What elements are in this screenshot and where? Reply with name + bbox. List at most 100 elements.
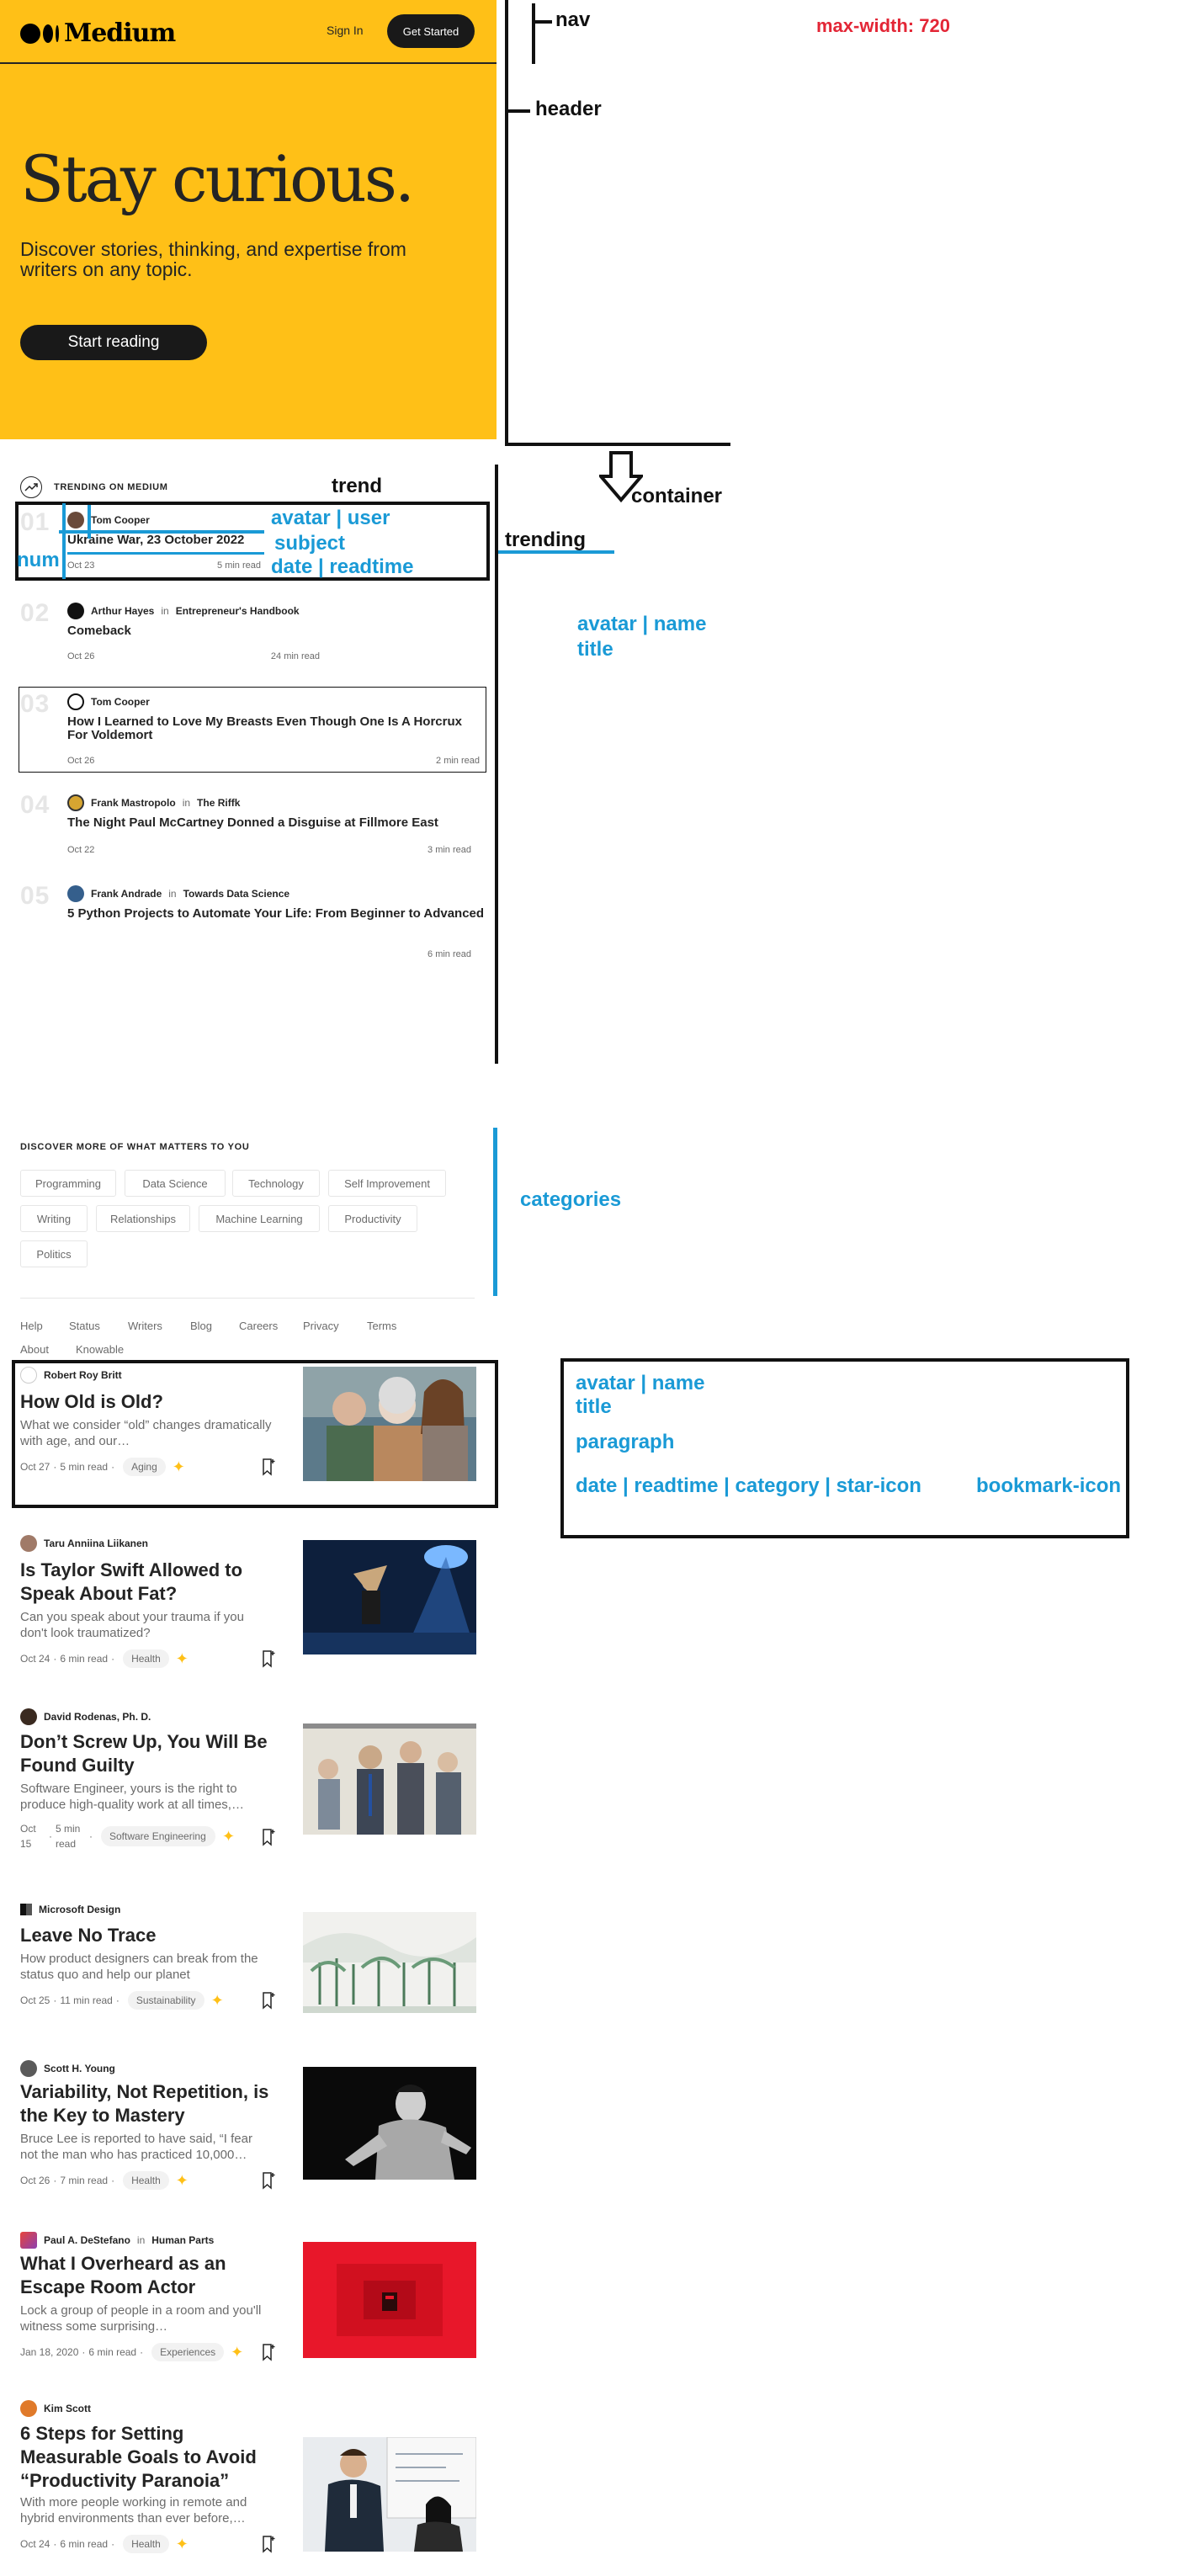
post-thumbnail[interactable]	[303, 1724, 476, 1835]
avatar	[67, 885, 84, 902]
article-card[interactable]: Taru Anniina Liikanen Is Taylor Swift Al…	[20, 1535, 476, 1670]
bookmark-icon[interactable]	[261, 2535, 276, 2553]
avatar	[20, 1708, 37, 1725]
post-author[interactable]: Kim Scott	[20, 2400, 91, 2417]
post-author[interactable]: Taru Anniina Liikanen	[20, 1535, 148, 1552]
post-readtime: 6 min read	[60, 2538, 109, 2550]
article-card[interactable]: Paul A. DeStefano in Human Parts What I …	[20, 2232, 476, 2361]
medium-logo[interactable]: Medium	[20, 19, 176, 48]
post-author[interactable]: David Rodenas, Ph. D.	[20, 1708, 151, 1725]
bookmark-icon[interactable]	[261, 1828, 276, 1846]
trending-number: 04	[20, 791, 50, 819]
post-category[interactable]: Health	[123, 1649, 169, 1668]
trending-meta: Oct 26 24 min read	[67, 651, 471, 661]
annotation-trend: trend	[332, 475, 382, 497]
post-thumbnail[interactable]	[303, 1912, 476, 2013]
footer-link[interactable]: Privacy	[303, 1320, 339, 1332]
sign-in-link[interactable]: Sign In	[327, 24, 364, 37]
post-title[interactable]: Don’t Screw Up, You Will Be Found Guilty	[20, 1730, 273, 1777]
annotation-line-num	[62, 503, 66, 579]
in-word: in	[168, 888, 177, 900]
trending-item[interactable]: 05 Frank Andrade in Towards Data Science…	[20, 882, 484, 959]
footer-link[interactable]: Terms	[367, 1320, 396, 1332]
post-readtime: 6 min read	[88, 2346, 137, 2358]
start-reading-button[interactable]: Start reading	[20, 325, 207, 360]
trending-title[interactable]: 5 Python Projects to Automate Your Life:…	[67, 907, 488, 921]
post-title[interactable]: Is Taylor Swift Allowed to Speak About F…	[20, 1559, 273, 1606]
trending-title[interactable]: Comeback	[67, 624, 488, 638]
post-category[interactable]: Software Engineering	[101, 1826, 215, 1846]
trending-icon	[20, 476, 42, 498]
category-chip[interactable]: Relationships	[96, 1205, 190, 1232]
footer-link[interactable]: Help	[20, 1320, 43, 1332]
trending-date: Oct 22	[67, 845, 95, 855]
publication-name[interactable]: Entrepreneur's Handbook	[176, 605, 300, 617]
category-chip[interactable]: Data Science	[125, 1170, 226, 1197]
trending-number: 05	[20, 882, 50, 910]
category-chip[interactable]: Machine Learning	[199, 1205, 320, 1232]
category-chip[interactable]: Technology	[232, 1170, 320, 1197]
in-word: in	[136, 2234, 146, 2246]
annotation-date-readtime: date | readtime	[271, 555, 414, 578]
article-card[interactable]: David Rodenas, Ph. D. Don’t Screw Up, Yo…	[20, 1708, 476, 1860]
post-thumbnail[interactable]	[303, 2067, 476, 2180]
author-name: Microsoft Design	[39, 1904, 121, 1915]
post-thumbnail[interactable]	[303, 2437, 476, 2552]
category-chip[interactable]: Politics	[20, 1240, 88, 1267]
post-category[interactable]: Experiences	[151, 2343, 225, 2361]
trending-author[interactable]: Frank Mastropolo in The Riffk	[67, 794, 240, 811]
trending-item[interactable]: 04 Frank Mastropolo in The Riffk The Nig…	[20, 791, 475, 858]
bookmark-icon[interactable]	[261, 1991, 276, 2010]
footer-link[interactable]: Careers	[239, 1320, 278, 1332]
category-chip[interactable]: Writing	[20, 1205, 88, 1232]
publication-name[interactable]: Towards Data Science	[183, 888, 290, 900]
trending-title[interactable]: The Night Paul McCartney Donned a Disgui…	[67, 816, 488, 830]
post-category[interactable]: Health	[123, 2171, 169, 2190]
publication-name[interactable]: Human Parts	[151, 2234, 214, 2246]
post-title[interactable]: Variability, Not Repetition, is the Key …	[20, 2080, 273, 2127]
trending-meta: Oct 22 3 min read	[67, 845, 471, 855]
footer-link[interactable]: About	[20, 1343, 49, 1356]
post-author[interactable]: Microsoft Design	[20, 1904, 120, 1915]
discover-heading: DISCOVER MORE OF WHAT MATTERS TO YOU	[20, 1142, 250, 1152]
article-card[interactable]: Kim Scott 6 Steps for Setting Measurable…	[20, 2400, 476, 2568]
post-thumbnail[interactable]	[303, 1540, 476, 1654]
post-meta: Oct 24 · 6 min read · Health ✦	[20, 2535, 189, 2553]
post-subtitle: Can you speak about your trauma if you d…	[20, 1610, 244, 1640]
post-category[interactable]: Sustainability	[127, 1991, 204, 2010]
get-started-button[interactable]: Get Started	[387, 14, 475, 48]
post-thumbnail[interactable]	[303, 2242, 476, 2358]
post-author[interactable]: Scott H. Young	[20, 2060, 115, 2077]
trending-author[interactable]: Frank Andrade in Towards Data Science	[67, 885, 289, 902]
post-title[interactable]: What I Overheard as an Escape Room Actor	[20, 2252, 273, 2299]
hero-subtitle: Discover stories, thinking, and expertis…	[20, 238, 406, 280]
post-category[interactable]: Health	[123, 2535, 169, 2553]
trending-author[interactable]: Arthur Hayes in Entrepreneur's Handbook	[67, 603, 300, 619]
category-chip[interactable]: Self Improvement	[328, 1170, 446, 1197]
publication-name[interactable]: The Riffk	[197, 797, 240, 809]
trending-item[interactable]: 02 Arthur Hayes in Entrepreneur's Handbo…	[20, 599, 475, 667]
bookmark-icon[interactable]	[261, 2343, 276, 2361]
article-card[interactable]: Microsoft Design Leave No Trace How prod…	[20, 1904, 476, 2021]
post-title[interactable]: 6 Steps for Setting Measurable Goals to …	[20, 2422, 273, 2493]
post-date: Jan 18, 2020	[20, 2346, 79, 2358]
footer-link[interactable]: Writers	[128, 1320, 162, 1332]
post-subtitle: With more people working in remote and h…	[20, 2495, 247, 2526]
top-nav: Medium Sign In Get Started	[0, 0, 497, 64]
bookmark-icon[interactable]	[261, 1649, 276, 1668]
bookmark-icon[interactable]	[261, 2171, 276, 2190]
post-date: Oct 24	[20, 2538, 50, 2550]
footer-link[interactable]: Blog	[190, 1320, 212, 1332]
annotation-container: container	[631, 485, 723, 507]
hero-title: Stay curious.	[20, 141, 415, 216]
post-title[interactable]: Leave No Trace	[20, 1924, 273, 1947]
article-card[interactable]: Scott H. Young Variability, Not Repetiti…	[20, 2060, 476, 2190]
footer-link[interactable]: Knowable	[76, 1343, 124, 1356]
category-chip[interactable]: Programming	[20, 1170, 116, 1197]
post-author[interactable]: Paul A. DeStefano in Human Parts	[20, 2232, 214, 2249]
category-chip[interactable]: Productivity	[328, 1205, 417, 1232]
annotation-subject: subject	[274, 532, 346, 555]
star-icon: ✦	[175, 1649, 189, 1667]
logo-text: Medium	[64, 19, 176, 48]
footer-link[interactable]: Status	[69, 1320, 100, 1332]
